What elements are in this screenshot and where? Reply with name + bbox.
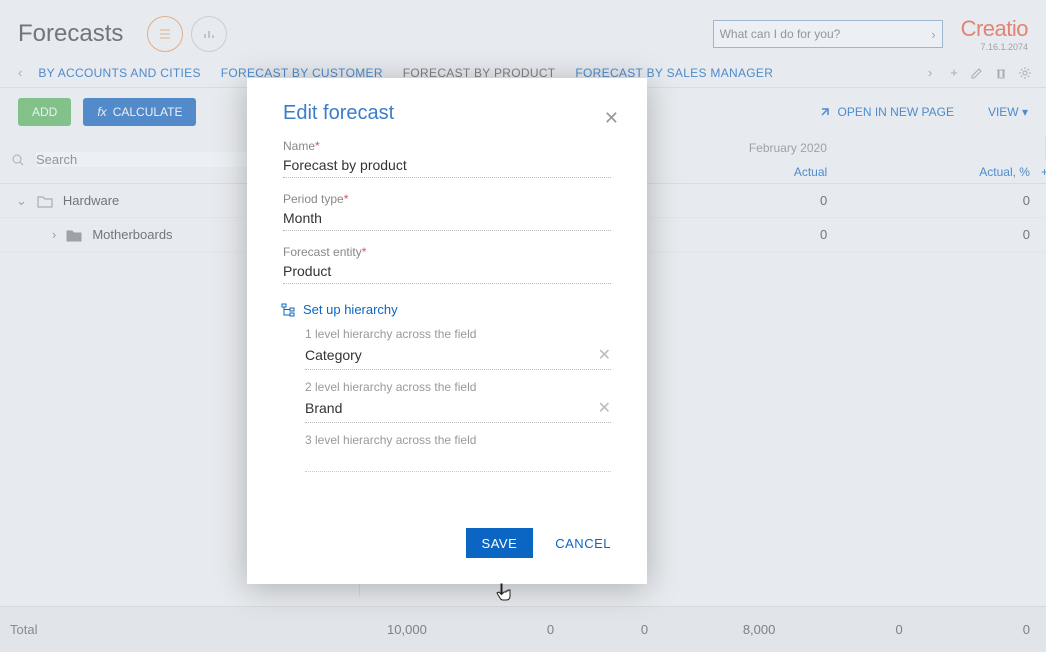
close-icon[interactable]: ✕: [604, 108, 619, 129]
hier-level-3-value[interactable]: [305, 451, 611, 467]
name-label: Name*: [283, 139, 611, 153]
hier-level-3-label: 3 level hierarchy across the field: [305, 433, 611, 447]
hier-level-1-label: 1 level hierarchy across the field: [305, 327, 611, 341]
hier-level-2-value[interactable]: Brand: [305, 400, 590, 416]
hier-level-1-value[interactable]: Category: [305, 347, 590, 363]
cancel-button[interactable]: CANCEL: [555, 536, 611, 551]
entity-input[interactable]: [283, 259, 611, 284]
entity-label: Forecast entity*: [283, 245, 611, 259]
hier-level-2-label: 2 level hierarchy across the field: [305, 380, 611, 394]
period-label: Period type*: [283, 192, 611, 206]
remove-icon[interactable]: ✕: [590, 345, 611, 365]
hierarchy-icon: [281, 303, 295, 317]
period-input[interactable]: [283, 206, 611, 231]
edit-forecast-modal: Edit forecast ✕ Name* Period type* Forec…: [247, 78, 647, 584]
modal-title: Edit forecast: [283, 102, 611, 125]
save-button[interactable]: SAVE: [466, 528, 534, 558]
hierarchy-link-label: Set up hierarchy: [303, 302, 398, 317]
setup-hierarchy-link[interactable]: Set up hierarchy: [281, 302, 611, 317]
remove-icon[interactable]: ✕: [590, 398, 611, 418]
name-input[interactable]: [283, 153, 611, 178]
